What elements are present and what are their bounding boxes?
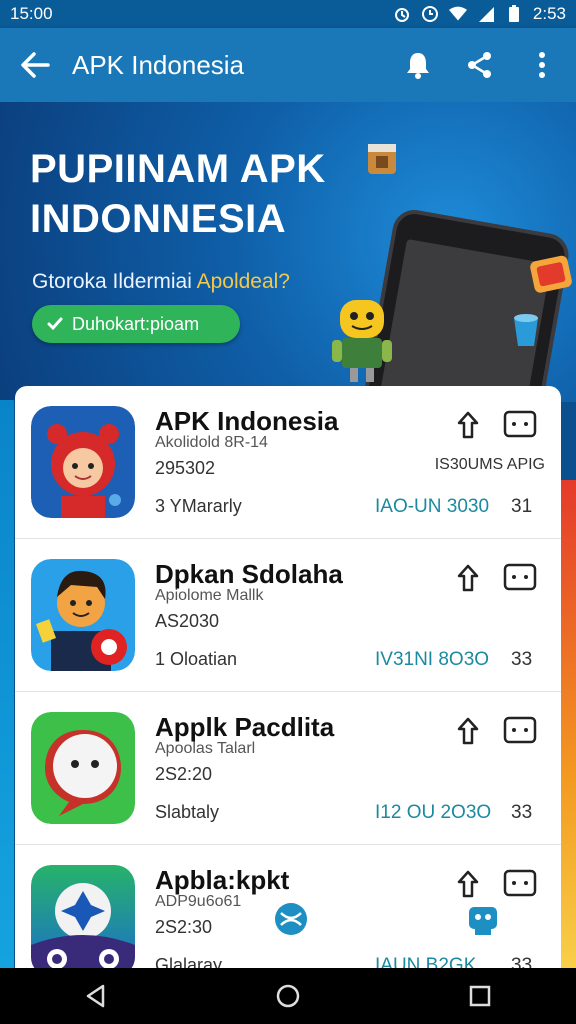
hero-subtitle: Gtoroka Ildermiai Apoldeal? <box>32 270 290 293</box>
app-package: ADP9u6o61 <box>155 893 242 910</box>
wifi-icon <box>448 5 467 23</box>
upload-icon[interactable] <box>455 869 481 899</box>
status-bar: 15:00 2:53 <box>0 0 576 28</box>
app-icon <box>31 712 135 824</box>
app-date: IAO-UN 3030 <box>375 496 490 517</box>
download-icon[interactable] <box>503 716 537 744</box>
nav-back-icon[interactable] <box>83 983 109 1009</box>
download-icon[interactable] <box>503 869 537 897</box>
hero-title: PUPIINAM APK INDONNESIA <box>30 147 326 241</box>
status-time-right: 2:53 <box>532 4 566 23</box>
app-meta: 1 Oloatian <box>155 649 238 669</box>
check-icon <box>47 317 63 331</box>
arrow-left-icon[interactable] <box>18 45 58 85</box>
robot-face-icon <box>469 907 497 935</box>
app-meta: Slabtaly <box>155 802 220 822</box>
more-vert-icon[interactable] <box>526 49 558 81</box>
android-robot-icon <box>332 300 392 382</box>
page-title: APK Indonesia <box>72 49 245 80</box>
chat-bubble-icon <box>530 255 572 293</box>
nav-recents-icon[interactable] <box>467 983 493 1009</box>
bucket-icon <box>514 314 538 346</box>
download-icon[interactable] <box>503 563 537 591</box>
hero-banner: PUPIINAM APK INDONNESIA Gtoroka Ildermia… <box>0 102 576 402</box>
app-package: Apiolome Mallk <box>155 587 264 604</box>
app-meta: 3 YMararly <box>155 496 242 516</box>
app-bar: APK Indonesia <box>0 28 576 102</box>
app-date: IV31NI 8O3O <box>375 649 490 670</box>
download-icon[interactable] <box>503 410 537 438</box>
hero-download-button[interactable]: Duhokart:pioam <box>32 305 240 343</box>
app-name: Apbla:kpkt <box>155 865 290 895</box>
app-count: 33 <box>511 802 533 823</box>
status-time-left: 15:00 <box>10 4 53 23</box>
app-name: Applk Pacdlita <box>155 712 335 742</box>
signal-icon <box>477 5 495 23</box>
list-item[interactable]: APK Indonesia Akolidold 8R-14 295302 IS3… <box>15 386 561 539</box>
upload-icon[interactable] <box>455 410 481 440</box>
list-item[interactable]: Apbla:kpkt ADP9u6o61 2S2:30 Glalaray IAU… <box>15 845 561 986</box>
app-icon <box>31 559 135 671</box>
app-count: 33 <box>511 649 533 670</box>
app-name: APK Indonesia <box>155 406 339 436</box>
nav-home-icon[interactable] <box>275 983 301 1009</box>
app-count: 31 <box>511 496 533 517</box>
app-version: 2S2:30 <box>155 917 213 937</box>
bell-icon[interactable] <box>402 49 434 81</box>
share-icon[interactable] <box>464 49 496 81</box>
app-list: APK Indonesia Akolidold 8R-14 295302 IS3… <box>15 386 561 986</box>
alarm-icon <box>393 5 411 23</box>
app-package: Apoolas Talarl <box>155 740 256 757</box>
app-version: 2S2:20 <box>155 764 213 784</box>
app-name: Dpkan Sdolaha <box>155 559 343 589</box>
list-item[interactable]: Dpkan Sdolaha Apiolome Mallk AS2030 1 Ol… <box>15 539 561 692</box>
upload-icon[interactable] <box>455 716 481 746</box>
app-version: AS2030 <box>155 611 220 631</box>
battery-icon <box>505 5 523 23</box>
app-icon <box>31 865 135 977</box>
system-nav-bar <box>0 968 576 1024</box>
app-icon <box>31 406 135 518</box>
app-package: Akolidold 8R-14 <box>155 434 268 451</box>
upload-icon[interactable] <box>455 563 481 593</box>
app-version: 295302 <box>155 458 216 478</box>
drum-icon <box>368 144 396 174</box>
list-item[interactable]: Applk Pacdlita Apoolas Talarl 2S2:20 Sla… <box>15 692 561 845</box>
app-tag: IS30UMS APIG <box>434 456 545 473</box>
clock-icon <box>421 5 439 23</box>
globe-icon <box>275 903 307 935</box>
app-date: I12 OU 2O3O <box>375 802 492 823</box>
